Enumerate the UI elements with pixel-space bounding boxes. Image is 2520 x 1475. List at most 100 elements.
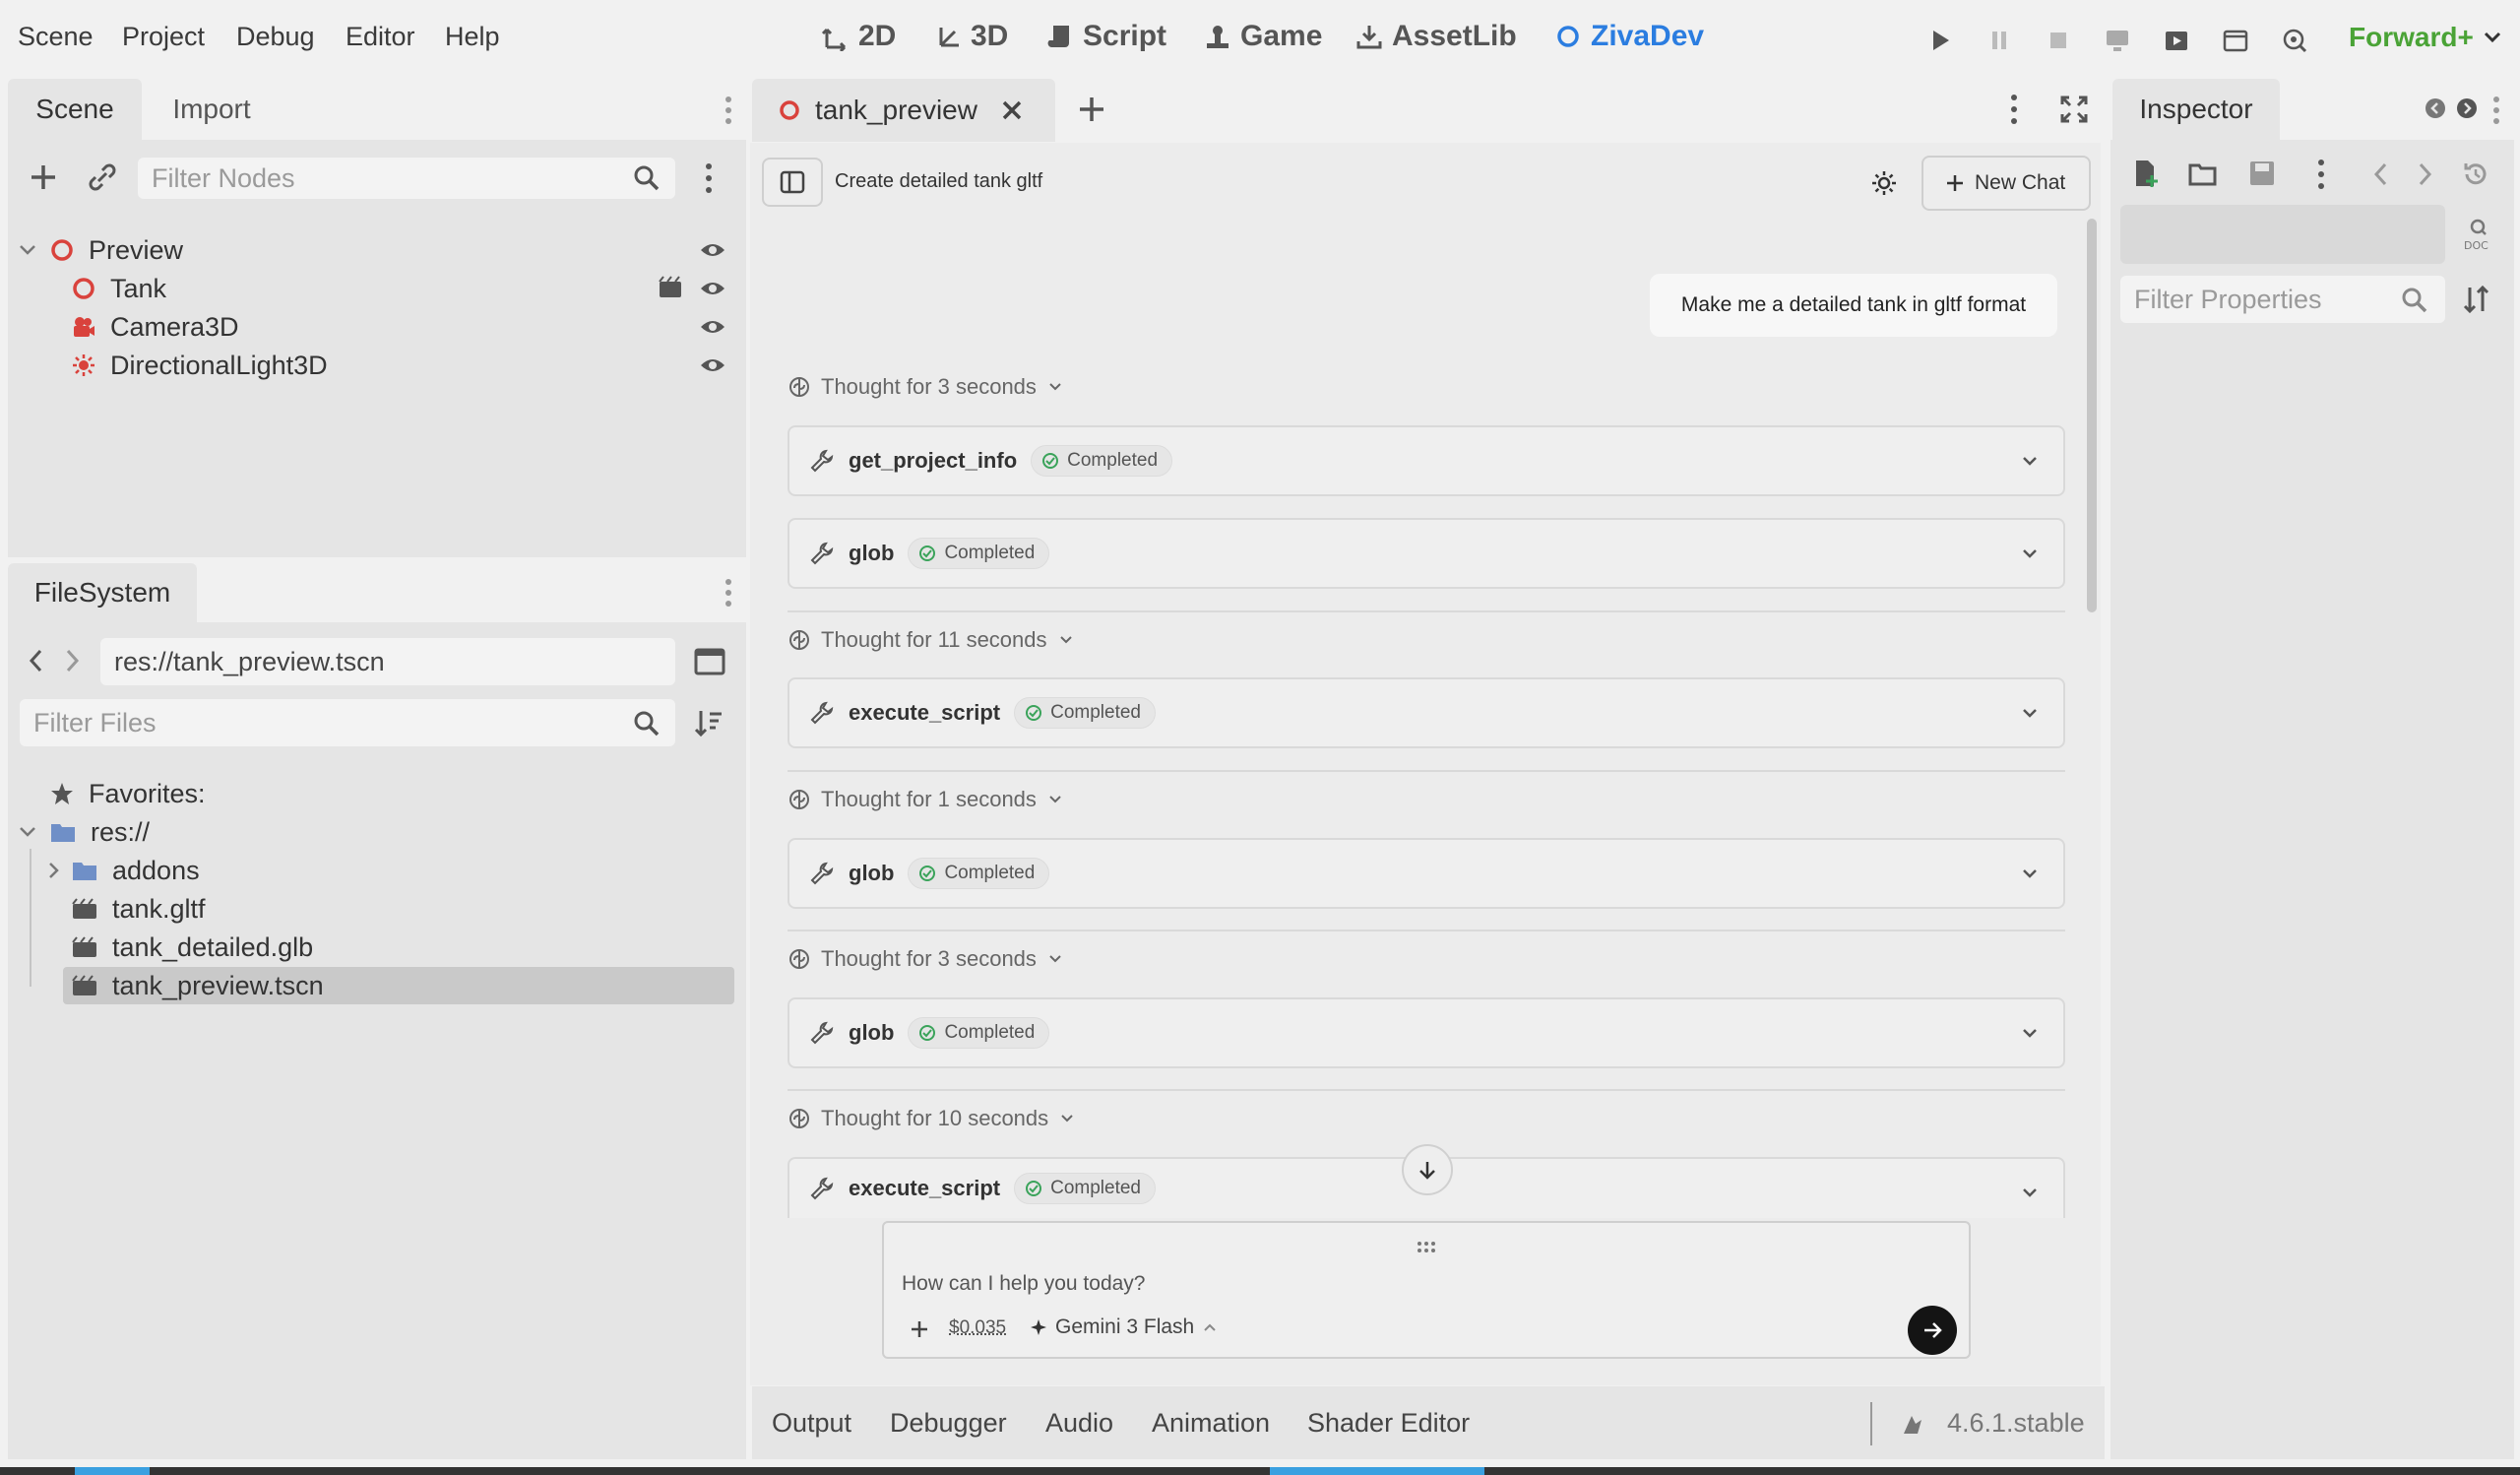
scene-node-camera3d[interactable]: Camera3D — [71, 309, 239, 345]
fs-file-tank-gltf[interactable]: tank.gltf — [71, 891, 206, 927]
object-selector-field[interactable] — [2120, 205, 2445, 264]
thought-row[interactable]: Thought for 3 seconds — [788, 944, 1064, 974]
model-selector[interactable]: Gemini 3 Flash — [1030, 1315, 1218, 1339]
play-scene-icon[interactable] — [2162, 26, 2191, 55]
attach-plus-icon[interactable] — [910, 1319, 929, 1339]
remote-debug-icon[interactable] — [2103, 26, 2132, 55]
tab-audio[interactable]: Audio — [1045, 1408, 1113, 1439]
visibility-eye-icon[interactable] — [699, 315, 726, 339]
visibility-eye-icon[interactable] — [699, 353, 726, 377]
fs-file-tank-preview-tscn[interactable]: tank_preview.tscn — [71, 968, 324, 1003]
close-icon[interactable] — [998, 96, 1026, 124]
menu-help[interactable]: Help — [445, 22, 500, 52]
fs-file-tank-detailed-glb[interactable]: tank_detailed.glb — [71, 930, 313, 965]
menu-scene[interactable]: Scene — [18, 22, 94, 52]
scene-node-preview[interactable]: Preview — [49, 232, 183, 268]
workspace-assetlib-button[interactable]: AssetLib — [1354, 20, 1517, 53]
tab-inspector[interactable]: Inspector — [2112, 79, 2280, 140]
settings-gear-icon[interactable] — [1870, 169, 1898, 197]
send-button[interactable] — [1908, 1306, 1957, 1355]
visibility-eye-icon[interactable] — [699, 238, 726, 262]
inspector-dock-menu-icon[interactable] — [2490, 95, 2502, 126]
tool-call-card[interactable]: glob Completed — [788, 838, 2065, 909]
renderer-selector[interactable]: Forward+ — [2349, 22, 2503, 53]
workspace-script-button[interactable]: Script — [1045, 20, 1166, 53]
menu-debug[interactable]: Debug — [236, 22, 315, 52]
scene-options-icon[interactable] — [703, 161, 715, 195]
chat-input-box[interactable]: How can I help you today? $0.035 Gemini … — [882, 1221, 1971, 1359]
new-tab-icon[interactable] — [1077, 95, 1106, 124]
filter-nodes-input[interactable]: Filter Nodes — [138, 158, 675, 199]
movie-maker-icon[interactable] — [2280, 26, 2309, 55]
tool-call-card[interactable]: glob Completed — [788, 518, 2065, 589]
tool-call-card[interactable]: execute_script Completed — [788, 677, 2065, 748]
chat-input-placeholder[interactable]: How can I help you today? — [902, 1272, 1146, 1296]
scene-instance-icon[interactable] — [658, 276, 685, 299]
chat-scrollbar[interactable] — [2087, 219, 2097, 612]
forward-circle-icon[interactable] — [2455, 96, 2479, 120]
scene-node-directionallight3d[interactable]: DirectionalLight3D — [71, 348, 328, 383]
save-icon[interactable] — [2246, 158, 2278, 189]
scene-dock-menu-icon[interactable] — [723, 95, 734, 126]
tool-call-card[interactable]: glob Completed — [788, 997, 2065, 1068]
visibility-eye-icon[interactable] — [699, 277, 726, 300]
fs-res-root[interactable]: res:// — [49, 814, 150, 850]
path-input[interactable]: res://tank_preview.tscn — [100, 638, 675, 685]
stop-icon[interactable] — [2044, 26, 2073, 55]
forward-arrow-icon[interactable] — [61, 646, 83, 675]
back-arrow-icon[interactable] — [26, 646, 47, 675]
back-circle-icon[interactable] — [2424, 96, 2447, 120]
new-resource-icon[interactable] — [2130, 158, 2162, 189]
update-spinner-icon[interactable] — [1898, 1410, 1927, 1440]
open-folder-icon[interactable] — [2187, 158, 2219, 189]
editor-tab[interactable]: tank_preview — [752, 79, 1055, 142]
tab-shader-editor[interactable]: Shader Editor — [1307, 1408, 1470, 1439]
tab-output[interactable]: Output — [772, 1408, 851, 1439]
filter-properties-input[interactable]: Filter Properties — [2120, 276, 2445, 323]
workspace-zivadev-button[interactable]: ZivaDev — [1553, 20, 1704, 53]
history-forward-icon[interactable] — [2414, 160, 2435, 189]
editor-menu-icon[interactable] — [2008, 93, 2020, 126]
thought-row[interactable]: Thought for 10 seconds — [788, 1104, 1076, 1133]
thought-row[interactable]: Thought for 3 seconds — [788, 372, 1064, 402]
fs-favorites[interactable]: Favorites: — [49, 776, 206, 811]
doc-search-icon[interactable]: DOC — [2461, 217, 2494, 252]
workspace-game-button[interactable]: Game — [1203, 20, 1322, 53]
chevron-down-icon[interactable] — [18, 240, 37, 260]
tool-call-card[interactable]: get_project_info Completed — [788, 425, 2065, 496]
sidebar-toggle-button[interactable] — [762, 158, 823, 207]
scroll-to-bottom-button[interactable] — [1402, 1144, 1453, 1195]
play-custom-scene-icon[interactable] — [2221, 26, 2250, 55]
history-icon[interactable] — [2461, 160, 2490, 189]
workspace-2d-button[interactable]: 2D — [821, 20, 896, 53]
thought-row[interactable]: Thought for 11 seconds — [788, 625, 1075, 655]
fullscreen-icon[interactable] — [2059, 95, 2089, 124]
scene-node-tank[interactable]: Tank — [71, 271, 166, 306]
play-icon[interactable] — [1925, 26, 1955, 55]
tab-debugger[interactable]: Debugger — [890, 1408, 1007, 1439]
menu-editor[interactable]: Editor — [346, 22, 415, 52]
filesystem-menu-icon[interactable] — [723, 577, 734, 609]
history-back-icon[interactable] — [2370, 160, 2392, 189]
tab-filesystem[interactable]: FileSystem — [8, 563, 197, 622]
tab-scene[interactable]: Scene — [8, 79, 142, 140]
fs-addons-folder[interactable]: addons — [71, 853, 200, 888]
tab-import[interactable]: Import — [148, 79, 276, 140]
add-node-icon[interactable] — [26, 160, 61, 195]
inspector-options-icon[interactable] — [2315, 158, 2327, 191]
drag-handle-icon[interactable] — [1416, 1241, 1437, 1254]
filter-files-input[interactable]: Filter Files — [20, 699, 675, 746]
chevron-down-icon[interactable] — [18, 822, 37, 842]
cost-label[interactable]: $0.035 — [949, 1317, 1006, 1339]
tab-animation[interactable]: Animation — [1152, 1408, 1270, 1439]
chevron-right-icon[interactable] — [43, 861, 63, 880]
pause-icon[interactable] — [1984, 26, 2014, 55]
menu-project[interactable]: Project — [122, 22, 205, 52]
new-chat-button[interactable]: New Chat — [1922, 156, 2091, 211]
split-view-icon[interactable] — [693, 646, 726, 677]
workspace-3d-button[interactable]: 3D — [933, 20, 1008, 53]
link-icon[interactable] — [85, 160, 120, 195]
property-sort-icon[interactable] — [2461, 284, 2492, 315]
thought-row[interactable]: Thought for 1 seconds — [788, 785, 1064, 814]
sort-icon[interactable] — [693, 707, 724, 738]
